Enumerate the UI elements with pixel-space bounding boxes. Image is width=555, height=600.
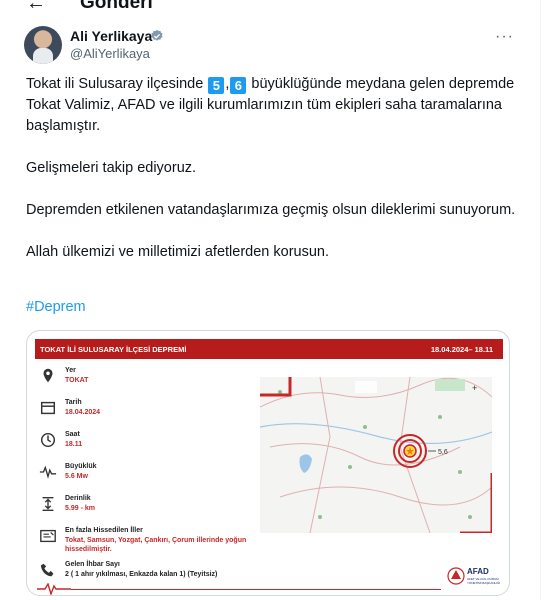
tweet-text: Tokat ili Sulusaray ilçesinde 5,6 büyükl… xyxy=(26,74,516,284)
map-plus-marker: + xyxy=(472,383,477,393)
keycap-digit: 6 xyxy=(230,77,247,94)
field-value: TOKAT xyxy=(65,377,89,384)
field-value: 5.99 - km xyxy=(65,505,95,512)
page-title: Gönderi xyxy=(80,0,153,13)
field-value: 5.6 Mw xyxy=(65,473,88,480)
depth-icon xyxy=(42,497,54,511)
footer-rule xyxy=(71,589,441,590)
map-list-icon xyxy=(40,529,56,543)
field-label: Saat xyxy=(65,431,80,438)
seismograph-line-icon xyxy=(37,583,71,595)
field-value: 18.04.2024 xyxy=(65,409,101,416)
map-magnitude-label: 5,6 xyxy=(438,449,448,456)
more-icon[interactable]: ··· xyxy=(495,28,514,46)
afad-logo-subtext: AFET VE ACİL DURUM YÖNETİMİ BAŞKANLIĞI xyxy=(467,577,501,585)
hashtag-link[interactable]: #Deprem xyxy=(26,299,86,315)
field-label: En fazla Hissedilen İller xyxy=(65,527,143,534)
location-pin-icon xyxy=(43,368,53,383)
tweet-paragraph-2: Gelişmeleri takip ediyoruz. xyxy=(26,160,197,176)
field-label: Tarih xyxy=(65,399,82,406)
field-value: 18.11 xyxy=(65,441,83,448)
phone-icon xyxy=(40,563,54,577)
arrow-left-icon[interactable]: ← xyxy=(26,0,46,15)
field-value: hissedilmiştir. xyxy=(65,546,112,553)
field-value: 2 ( 1 ahır yıkılması, Enkazda kalan 1) (… xyxy=(65,571,218,578)
field-label: Yer xyxy=(65,367,76,374)
infographic-header: TOKAT İLİ SULUSARAY İLÇESİ DEPREMİ 18.04… xyxy=(35,339,503,359)
tweet-paragraph-4: Allah ülkemizi ve milletimizi afetlerden… xyxy=(26,244,330,260)
seismograph-icon xyxy=(39,465,57,479)
afad-logo-text: AFAD xyxy=(467,567,489,576)
calendar-icon xyxy=(40,401,56,415)
column-border xyxy=(540,0,541,600)
field-label: Derinlik xyxy=(65,495,91,502)
tweet-paragraph-3: Depremden etkilenen vatandaşlarımıza geç… xyxy=(26,202,516,218)
tweet-paragraph-1: Tokat ili Sulusaray ilçesinde 5,6 büyükl… xyxy=(26,74,516,137)
tweet-text-part: , xyxy=(225,76,230,92)
infographic-datetime: 18.04.2024– 18.11 xyxy=(430,345,493,354)
keycap-digit: 5 xyxy=(208,77,225,94)
top-bar: ← Gönderi xyxy=(0,0,555,14)
epicenter-map: 5,6 + xyxy=(259,376,494,535)
infographic-title: TOKAT İLİ SULUSARAY İLÇESİ DEPREMİ xyxy=(40,345,187,354)
map-graphic: 5,6 + xyxy=(259,376,494,535)
field-label: Gelen İhbar Sayı xyxy=(65,561,120,568)
verified-badge-icon xyxy=(151,29,163,41)
author-name[interactable]: Ali Yerlikaya xyxy=(70,28,152,44)
media-card[interactable]: TOKAT İLİ SULUSARAY İLÇESİ DEPREMİ 18.04… xyxy=(26,330,510,596)
field-label: Büyüklük xyxy=(65,463,97,470)
tweet-text-part: Tokat ili Sulusaray ilçesinde xyxy=(26,76,208,92)
author-handle[interactable]: @AliYerlikaya xyxy=(70,46,150,61)
earthquake-infographic: TOKAT İLİ SULUSARAY İLÇESİ DEPREMİ 18.04… xyxy=(35,339,503,595)
field-value: Tokat, Samsun, Yozgat, Çankırı, Çorum il… xyxy=(65,537,247,544)
clock-icon xyxy=(40,432,56,448)
avatar[interactable] xyxy=(24,26,62,64)
